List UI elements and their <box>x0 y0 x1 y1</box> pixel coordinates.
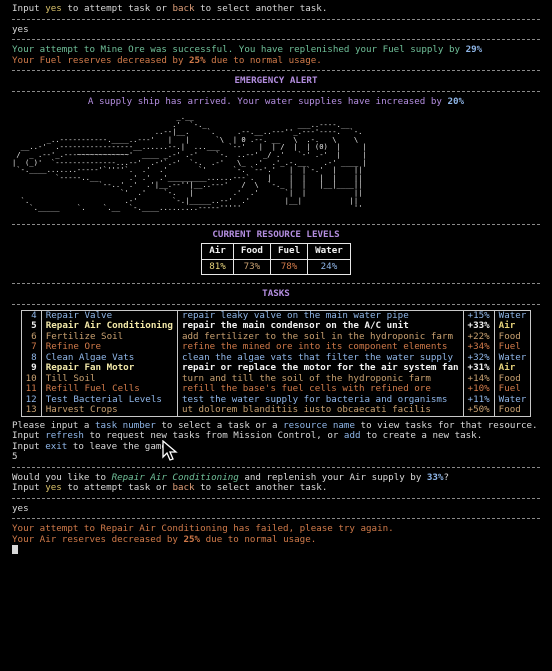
divider <box>12 90 540 93</box>
resource-value-water: 24% <box>307 258 351 276</box>
attempt-prompt: Input yes to attempt task or back to sel… <box>12 482 328 494</box>
divider <box>12 497 540 500</box>
resource-header-food: Food <box>232 243 271 260</box>
divider <box>12 518 540 520</box>
resource-value-food: 73% <box>232 258 271 276</box>
divider <box>12 18 540 21</box>
tasks-heading: TASKS <box>262 288 290 300</box>
task-name: Harvest Crops <box>40 404 178 417</box>
user-input-echo: yes <box>12 23 29 35</box>
yes-keyword: yes <box>45 3 62 14</box>
mouse-pointer-icon <box>162 440 178 461</box>
supply-ship-ascii-art: _.__ .' `-._ ___..----.__ ..--|__. `. .-… <box>12 112 367 213</box>
resource-levels-table: Air Food Fuel Water 81% 73% 78% 24% <box>201 243 351 276</box>
instructions-line-3: Input exit to leave the game. <box>12 440 173 452</box>
resource-header-water: Water <box>307 243 351 260</box>
user-input-echo: 5 <box>12 451 18 463</box>
command-input-line[interactable] <box>12 545 552 556</box>
resource-header-fuel: Fuel <box>269 243 309 260</box>
task-resource: Food <box>493 404 531 417</box>
divider <box>12 70 540 72</box>
task-percent: +50% <box>462 404 495 417</box>
divider <box>12 39 540 41</box>
task-number: 13 <box>25 404 37 416</box>
task-row[interactable]: 13 Harvest Crops ut dolorem blanditiis ius… <box>21 404 531 417</box>
alert-message: A supply ship has arrived. Your water su… <box>87 95 465 107</box>
user-input-echo: yes <box>12 502 29 514</box>
attempt-prompt: Input yes to attempt task or back to sel… <box>12 3 328 14</box>
emergency-alert-heading: EMERGENCY ALERT <box>234 75 318 86</box>
text-cursor <box>12 545 18 555</box>
resource-levels-heading: CURRENT RESOURCE LEVELS <box>212 228 340 240</box>
task-description: ut dolorem blanditiis iusto obcaecati fa… <box>176 404 464 417</box>
reserve-decrease-message: Your Fuel reserves decreased by 25% due … <box>12 54 322 66</box>
tasks-table: 4 Repair Valve repair leaky valve on the m… <box>20 309 532 417</box>
divider <box>12 283 540 285</box>
divider <box>12 223 540 226</box>
back-keyword: back <box>172 3 195 14</box>
divider <box>12 466 540 469</box>
resource-value-air: 81% <box>201 258 234 276</box>
terminal-screen: Input yes to attempt task or back to sel… <box>0 0 552 671</box>
reserve-decrease-message: Your Air reserves decreased by 25% due t… <box>12 533 317 545</box>
resource-value-fuel: 78% <box>269 258 309 276</box>
divider <box>12 303 540 306</box>
resource-header-air: Air <box>201 243 234 260</box>
